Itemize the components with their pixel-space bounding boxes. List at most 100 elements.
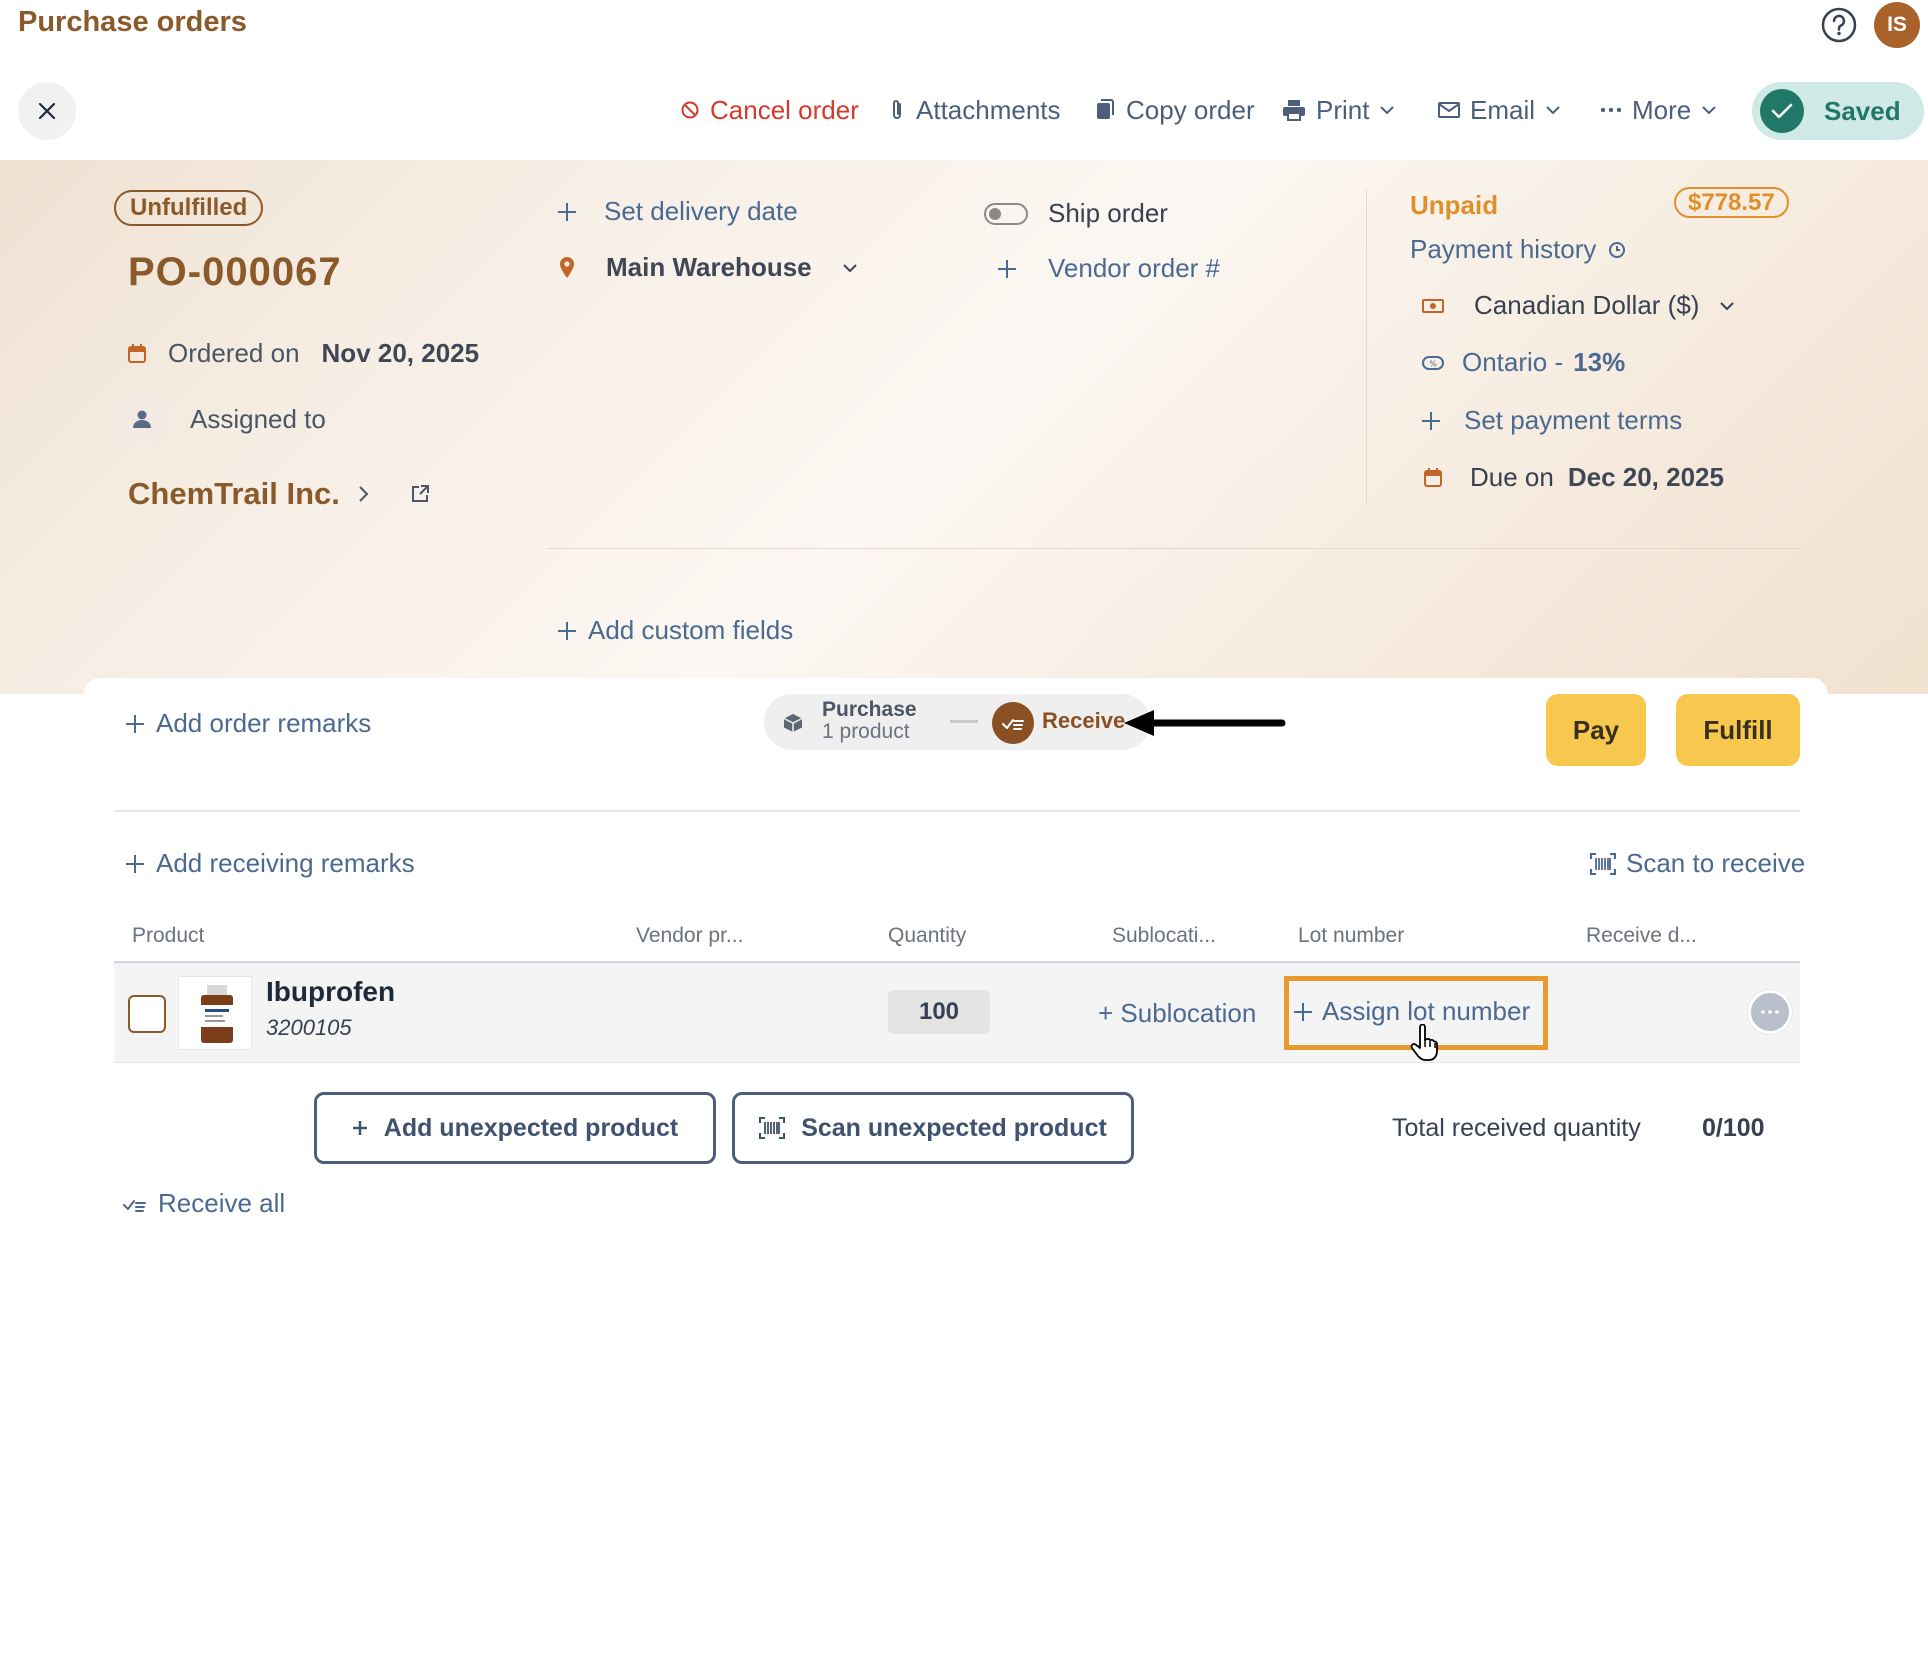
ordered-on-field[interactable]: Ordered on Nov 20, 2025 — [128, 338, 479, 369]
receive-all-icon — [123, 1199, 146, 1212]
column-header-product[interactable]: Product — [132, 924, 204, 948]
warehouse-value: Main Warehouse — [606, 252, 812, 282]
plus-icon — [998, 259, 1016, 278]
plus-icon — [1294, 1002, 1312, 1021]
barcode-icon — [1590, 852, 1616, 875]
email-label: Email — [1470, 94, 1536, 125]
assign-lot-number-label: Assign lot number — [1322, 996, 1531, 1026]
close-icon — [38, 102, 56, 120]
add-unexpected-product-button[interactable]: Add unexpected product — [314, 1092, 716, 1164]
assign-lot-number-button[interactable]: Assign lot number — [1292, 996, 1530, 1027]
user-avatar[interactable]: IS — [1874, 2, 1920, 48]
pay-button[interactable]: Pay — [1546, 694, 1646, 766]
receive-icon — [992, 702, 1034, 744]
ellipsis-icon — [1761, 1010, 1779, 1014]
hand-cursor-icon — [1410, 1024, 1438, 1061]
fulfill-button[interactable]: Fulfill — [1676, 694, 1800, 766]
column-header-sublocation[interactable]: Sublocati... — [1112, 924, 1216, 948]
tax-icon: % — [1422, 355, 1444, 370]
step-purchase-sub: 1 product — [822, 720, 910, 743]
add-order-remarks-button[interactable]: Add order remarks — [124, 708, 371, 739]
product-sku: 3200105 — [266, 1015, 352, 1040]
saved-status: Saved — [1752, 82, 1924, 140]
column-header-lot-number[interactable]: Lot number — [1298, 924, 1404, 948]
step-receive[interactable]: Receive — [1042, 708, 1125, 734]
clock-icon — [1609, 241, 1626, 258]
more-dropdown[interactable]: More — [1600, 92, 1717, 128]
chevron-down-icon — [1546, 106, 1560, 115]
location-pin-icon — [560, 256, 574, 278]
plus-icon — [558, 202, 576, 221]
help-icon[interactable] — [1820, 6, 1858, 44]
currency-value: Canadian Dollar ($) — [1474, 290, 1700, 320]
cancel-order-label: Cancel order — [710, 94, 859, 125]
plus-icon — [352, 1121, 367, 1135]
status-badge: Unfulfilled — [114, 190, 264, 226]
email-dropdown[interactable]: Email — [1438, 92, 1561, 128]
chevron-down-icon — [1702, 106, 1716, 115]
copy-icon — [1097, 99, 1114, 119]
scan-to-receive-button[interactable]: Scan to receive — [1590, 848, 1805, 879]
scan-unexpected-product-label: Scan unexpected product — [801, 1113, 1107, 1142]
assigned-to-field[interactable]: Assigned to — [114, 391, 326, 447]
print-dropdown[interactable]: Print — [1282, 92, 1395, 128]
due-on-label: Due on — [1470, 462, 1554, 492]
payment-history-link[interactable]: Payment history — [1410, 234, 1626, 265]
due-date-field[interactable]: Due on Dec 20, 2025 — [1424, 462, 1724, 493]
receive-all-button[interactable]: Receive all — [122, 1188, 285, 1219]
column-header-vendor-product[interactable]: Vendor pr... — [636, 924, 743, 948]
user-icon — [114, 391, 170, 447]
plus-icon — [126, 854, 144, 873]
ship-order-label: Ship order — [1048, 198, 1168, 228]
paperclip-icon — [893, 100, 901, 119]
payment-history-label: Payment history — [1410, 234, 1597, 264]
plus-icon — [126, 714, 144, 733]
column-header-quantity[interactable]: Quantity — [888, 924, 966, 948]
set-payment-terms-button[interactable]: Set payment terms — [1420, 405, 1682, 436]
set-delivery-date-button[interactable]: Set delivery date — [556, 196, 798, 227]
box-icon — [783, 714, 803, 732]
print-label: Print — [1316, 94, 1370, 125]
row-checkbox[interactable] — [128, 995, 166, 1033]
vendor-order-number-label: Vendor order # — [1048, 253, 1221, 283]
vendor-order-number-button[interactable]: Vendor order # — [996, 253, 1220, 284]
cancel-order-button[interactable]: Cancel order — [680, 92, 859, 128]
toggle-switch[interactable] — [984, 202, 1028, 225]
row-actions-button[interactable] — [1748, 990, 1792, 1034]
step-purchase[interactable]: Purchase — [822, 698, 917, 722]
chevron-right-icon[interactable] — [358, 485, 370, 503]
add-sublocation-button[interactable]: + Sublocation — [1098, 998, 1256, 1029]
currency-select[interactable]: Canadian Dollar ($) — [1422, 290, 1735, 321]
product-name[interactable]: Ibuprofen — [266, 976, 395, 1008]
vendor-link[interactable]: ChemTrail Inc. — [128, 476, 340, 512]
scan-unexpected-product-button[interactable]: Scan unexpected product — [732, 1092, 1134, 1164]
order-total-badge: $778.57 — [1674, 187, 1789, 218]
divider — [546, 548, 1800, 549]
copy-order-label: Copy order — [1126, 94, 1255, 125]
printer-icon — [1283, 100, 1305, 121]
tax-rate: 13% — [1573, 347, 1626, 377]
tax-rate-select[interactable]: % Ontario - 13% — [1422, 347, 1625, 378]
assigned-to-label: Assigned to — [190, 403, 326, 434]
ship-order-toggle[interactable]: Ship order — [984, 198, 1168, 229]
quantity-input[interactable]: 100 — [888, 990, 990, 1034]
tax-region: Ontario - — [1462, 347, 1564, 377]
add-receiving-remarks-button[interactable]: Add receiving remarks — [124, 848, 415, 879]
attachments-label: Attachments — [916, 94, 1061, 125]
attachments-button[interactable]: Attachments — [888, 92, 1061, 128]
plus-icon — [558, 621, 576, 640]
chevron-down-icon — [1720, 301, 1735, 310]
order-details-card — [84, 678, 1828, 1666]
close-button[interactable] — [18, 82, 76, 140]
column-header-receive-date[interactable]: Receive d... — [1586, 924, 1697, 948]
plus-icon — [1422, 411, 1440, 430]
warehouse-select[interactable]: Main Warehouse — [558, 252, 858, 283]
copy-order-button[interactable]: Copy order — [1094, 92, 1255, 128]
checkmark-icon — [1760, 89, 1804, 133]
set-payment-terms-label: Set payment terms — [1464, 405, 1683, 435]
payment-status: Unpaid — [1410, 190, 1499, 220]
envelope-icon — [1438, 102, 1460, 118]
add-custom-fields-button[interactable]: Add custom fields — [556, 615, 793, 646]
external-link-icon[interactable] — [410, 484, 430, 504]
po-number: PO-000067 — [128, 250, 342, 294]
